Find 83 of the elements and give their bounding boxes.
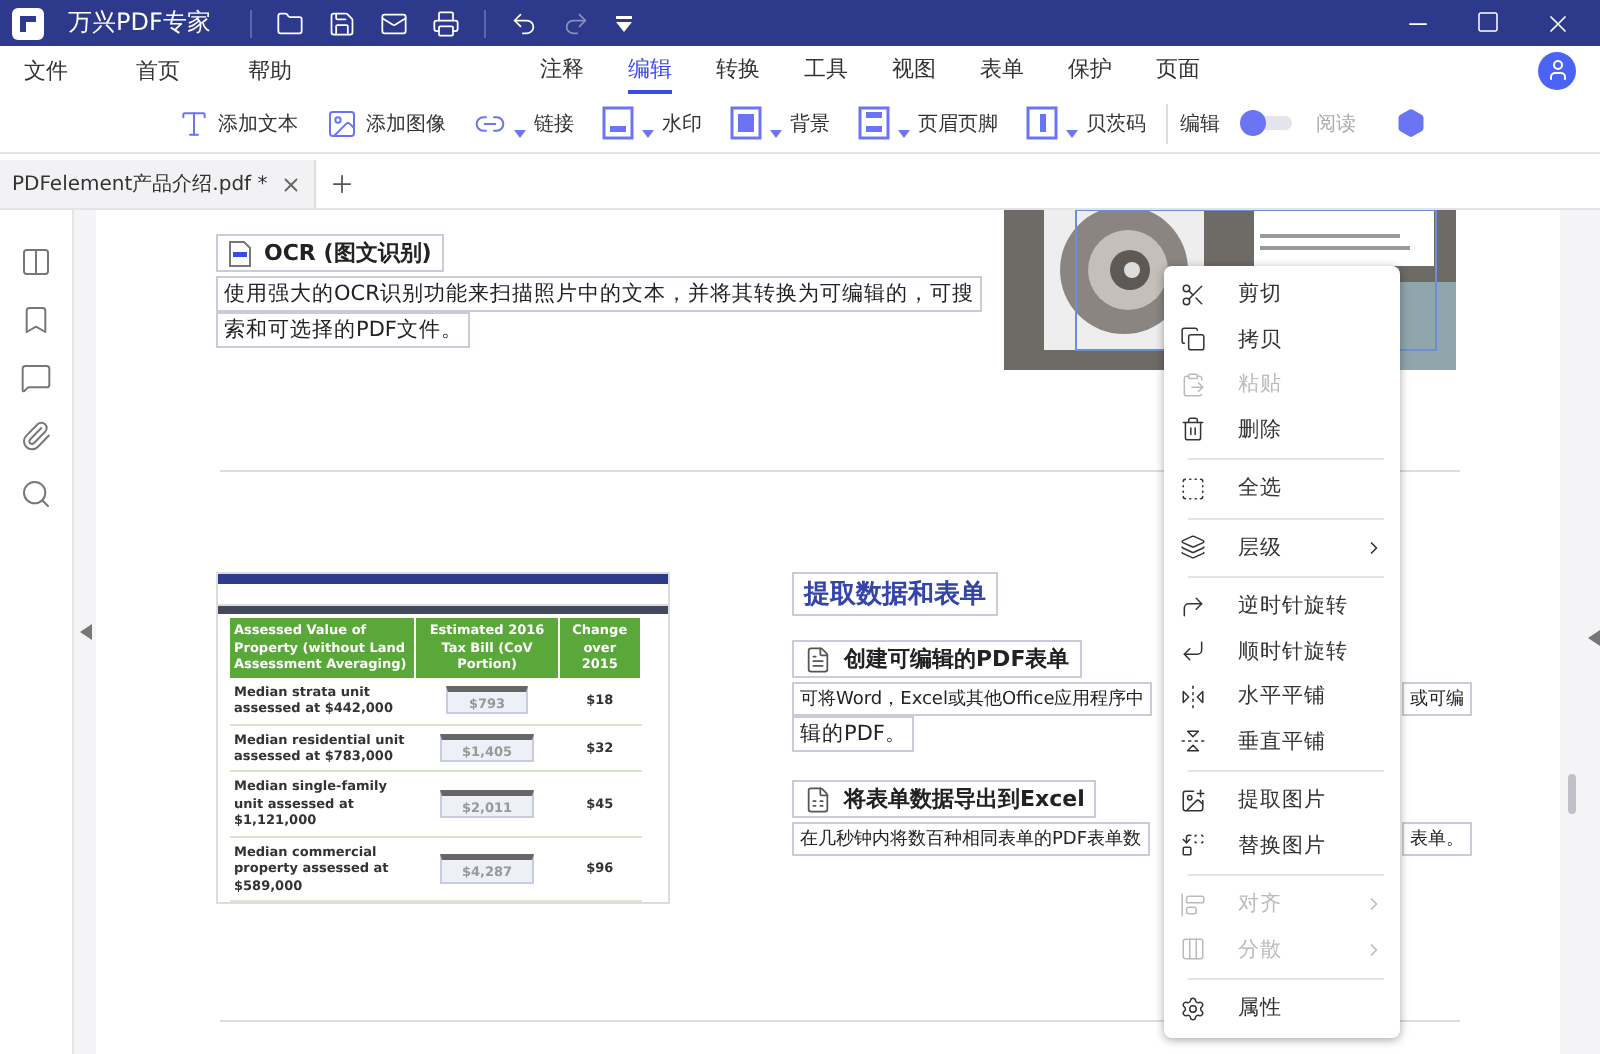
hexagon-icon[interactable] [1396, 108, 1426, 138]
menu-item[interactable]: 文件 [24, 55, 68, 85]
mode-switch[interactable] [1244, 116, 1292, 130]
context-menu-item[interactable]: 属性 [1164, 986, 1400, 1031]
ocr-file-icon [228, 239, 252, 267]
mail-icon[interactable] [380, 9, 409, 37]
dropdown-icon[interactable] [614, 13, 635, 33]
collapse-arrow-icon[interactable] [79, 624, 91, 640]
toolbar-button[interactable]: 水印 [594, 106, 710, 140]
paste-icon [1180, 371, 1206, 398]
context-menu-item[interactable]: 垂直平铺 [1164, 719, 1400, 764]
number-icon[interactable] [1026, 106, 1058, 140]
collapse-arrow-icon[interactable] [1588, 630, 1600, 646]
distribute-icon [1180, 936, 1206, 963]
toolbar-button[interactable]: 背景 [722, 106, 838, 140]
search-icon[interactable] [20, 478, 52, 510]
ribbon-tab[interactable]: 转换 [716, 46, 760, 94]
edit-mode-label: 编辑 [1180, 111, 1220, 137]
ribbon-tab[interactable]: 视图 [892, 46, 936, 94]
maximize-icon[interactable] [1476, 9, 1500, 33]
context-menu-item[interactable]: 替换图片 [1164, 823, 1400, 868]
flip-vertical-icon [1180, 728, 1206, 755]
avatar-icon[interactable] [1538, 51, 1576, 89]
menu-item[interactable]: 首页 [136, 55, 180, 85]
undo-icon[interactable] [510, 9, 539, 37]
ocr-heading: OCR (图文识别) [264, 238, 432, 268]
layers-icon [1180, 534, 1206, 561]
feature-heading: 将表单数据导出到Excel [844, 784, 1085, 814]
image-icon [1180, 787, 1206, 814]
toolbar-button[interactable]: 贝茨码 [1018, 106, 1154, 140]
context-menu-item[interactable]: 提取图片 [1164, 778, 1400, 823]
scissors-icon [1180, 281, 1206, 308]
replace-icon [1180, 832, 1206, 859]
toolbar-button[interactable]: 页眉页脚 [850, 106, 1006, 140]
context-menu-item[interactable]: 层级 [1164, 525, 1400, 570]
redo-icon[interactable] [562, 9, 591, 37]
thumbnails-icon[interactable] [20, 246, 52, 278]
ribbon-tab[interactable]: 注释 [540, 46, 584, 94]
select-all-icon [1180, 475, 1206, 502]
section-heading: 提取数据和表单 [804, 578, 986, 612]
context-menu-item[interactable]: 水平平铺 [1164, 674, 1400, 719]
close-icon[interactable] [280, 173, 302, 195]
flip-horizontal-icon [1180, 683, 1206, 710]
comment-icon[interactable] [20, 362, 52, 394]
image-icon[interactable] [326, 107, 358, 139]
ribbon-tab[interactable]: 表单 [980, 46, 1024, 94]
save-icon[interactable] [328, 9, 357, 37]
ribbon-tab[interactable]: 工具 [804, 46, 848, 94]
context-menu-item[interactable]: 逆时针旋转 [1164, 584, 1400, 629]
app-logo [12, 7, 44, 39]
background-icon[interactable] [730, 106, 762, 140]
toolbar-button[interactable]: 添加图像 [318, 107, 454, 139]
folder-icon[interactable] [276, 9, 305, 37]
read-mode-label: 阅读 [1316, 111, 1356, 137]
bookmark-icon[interactable] [20, 304, 52, 336]
context-menu-item[interactable]: 拷贝 [1164, 317, 1400, 362]
settings-icon [1180, 995, 1206, 1022]
ribbon-tab[interactable]: 页面 [1156, 46, 1200, 94]
ribbon-tab[interactable]: 保护 [1068, 46, 1112, 94]
window-title: 万兴PDF专家 [68, 6, 211, 40]
watermark-icon[interactable] [602, 106, 634, 140]
context-menu-item[interactable]: 全选 [1164, 466, 1400, 511]
printer-icon[interactable] [432, 9, 461, 37]
rotate-left-icon [1180, 593, 1206, 620]
text-icon[interactable] [178, 107, 210, 139]
context-menu-item[interactable]: 剪切 [1164, 272, 1400, 317]
header-footer-icon[interactable] [858, 106, 890, 140]
context-menu-item[interactable]: 删除 [1164, 407, 1400, 452]
menu-item[interactable]: 帮助 [248, 55, 292, 85]
ribbon-tab[interactable]: 编辑 [628, 46, 672, 94]
toolbar-button[interactable]: 链接 [466, 107, 582, 139]
copy-icon [1180, 326, 1206, 353]
add-tab-icon[interactable] [328, 170, 356, 198]
feature-heading: 创建可编辑的PDF表单 [844, 644, 1070, 674]
attachment-icon[interactable] [20, 420, 52, 452]
align-icon [1180, 891, 1206, 918]
rotate-right-icon [1180, 638, 1206, 665]
trash-icon [1180, 416, 1206, 443]
context-menu-item[interactable]: 顺时针旋转 [1164, 629, 1400, 674]
scrollbar-thumb[interactable] [1568, 774, 1576, 814]
form-file-icon[interactable] [804, 645, 832, 673]
export-file-icon[interactable] [804, 785, 832, 813]
toolbar-button[interactable]: 添加文本 [170, 107, 306, 139]
